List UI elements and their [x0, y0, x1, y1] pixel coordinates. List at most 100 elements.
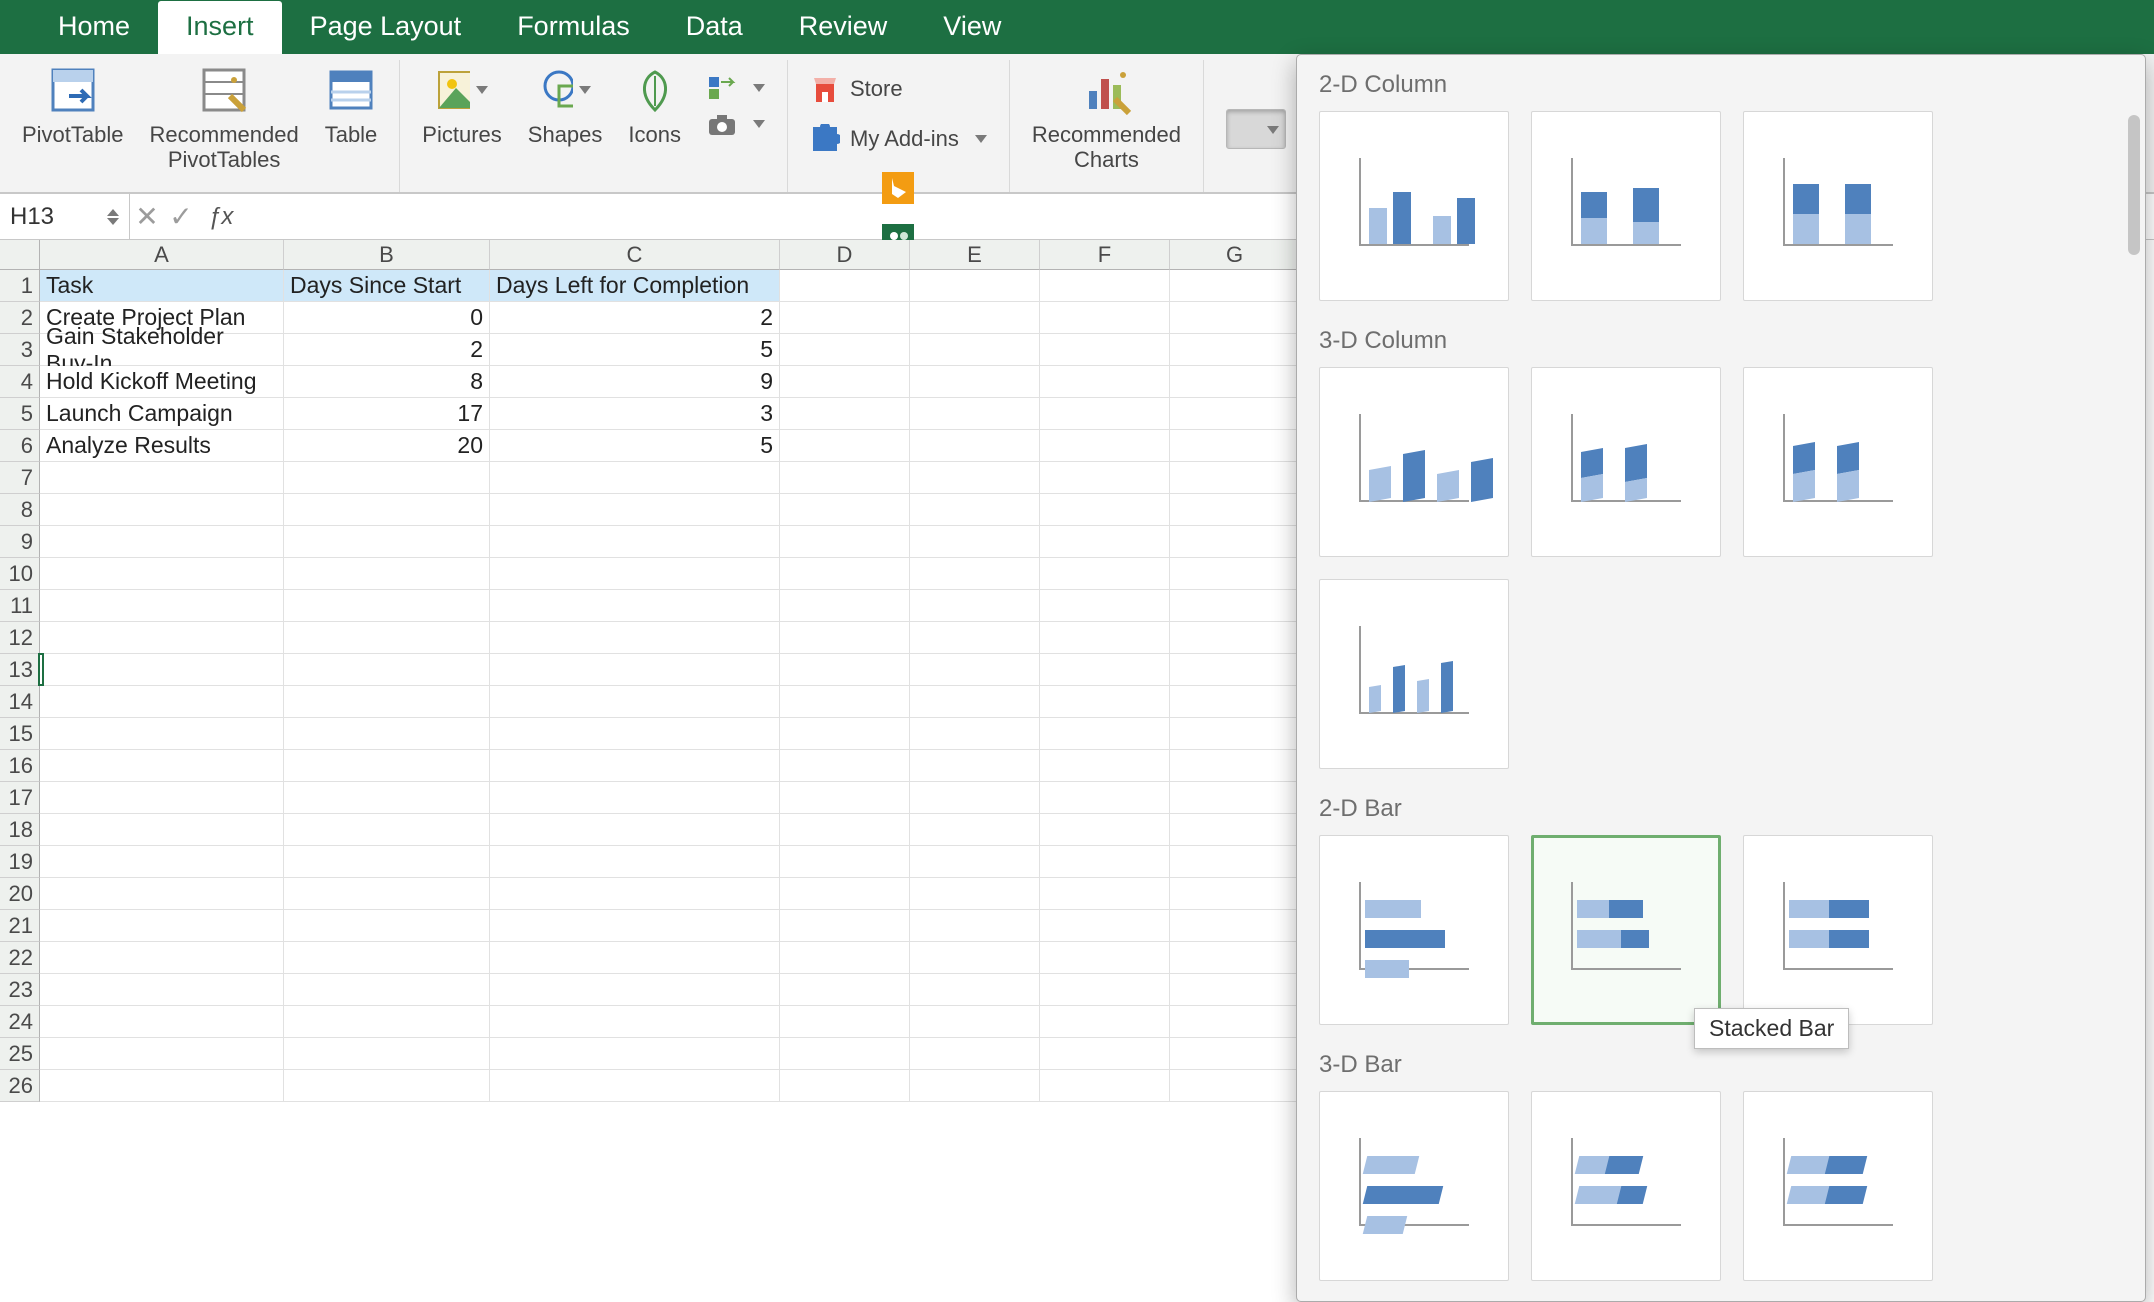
row-header-5[interactable]: 5: [0, 398, 40, 430]
cell-B21[interactable]: [284, 910, 490, 942]
cell-B22[interactable]: [284, 942, 490, 974]
column-header-E[interactable]: E: [910, 240, 1040, 270]
cell-D7[interactable]: [780, 462, 910, 494]
chart-option-100-stacked-bar[interactable]: [1743, 835, 1933, 1025]
cell-B16[interactable]: [284, 750, 490, 782]
cell-A21[interactable]: [40, 910, 284, 942]
cell-F13[interactable]: [1040, 654, 1170, 686]
cell-G25[interactable]: [1170, 1038, 1300, 1070]
cell-E6[interactable]: [910, 430, 1040, 462]
cell-F11[interactable]: [1040, 590, 1170, 622]
cell-C9[interactable]: [490, 526, 780, 558]
cell-F12[interactable]: [1040, 622, 1170, 654]
cell-F6[interactable]: [1040, 430, 1170, 462]
bing-maps-button[interactable]: [882, 172, 914, 204]
cell-A1[interactable]: Task: [40, 270, 284, 302]
row-header-1[interactable]: 1: [0, 270, 40, 302]
store-button[interactable]: Store: [810, 74, 903, 104]
cell-E11[interactable]: [910, 590, 1040, 622]
cell-A6[interactable]: Analyze Results: [40, 430, 284, 462]
cell-D4[interactable]: [780, 366, 910, 398]
cell-G11[interactable]: [1170, 590, 1300, 622]
tab-data[interactable]: Data: [658, 1, 771, 54]
cell-A3[interactable]: Gain Stakeholder Buy-In: [40, 334, 284, 366]
cell-F15[interactable]: [1040, 718, 1170, 750]
row-header-13[interactable]: 13: [0, 654, 40, 686]
table-button[interactable]: Table: [325, 64, 378, 147]
cell-G7[interactable]: [1170, 462, 1300, 494]
formula-cancel-button[interactable]: ✕: [130, 200, 164, 233]
cell-D15[interactable]: [780, 718, 910, 750]
row-header-20[interactable]: 20: [0, 878, 40, 910]
row-header-17[interactable]: 17: [0, 782, 40, 814]
cell-E8[interactable]: [910, 494, 1040, 526]
tab-formulas[interactable]: Formulas: [489, 1, 658, 54]
cell-D10[interactable]: [780, 558, 910, 590]
cells-area[interactable]: TaskDays Since StartDays Left for Comple…: [40, 270, 1300, 1102]
cell-A4[interactable]: Hold Kickoff Meeting: [40, 366, 284, 398]
chart-option-stacked-bar[interactable]: Stacked Bar: [1531, 835, 1721, 1025]
cell-A22[interactable]: [40, 942, 284, 974]
cell-F4[interactable]: [1040, 366, 1170, 398]
column-header-C[interactable]: C: [490, 240, 780, 270]
fx-icon[interactable]: ƒx: [208, 203, 233, 231]
cell-G21[interactable]: [1170, 910, 1300, 942]
tab-view[interactable]: View: [915, 1, 1029, 54]
my-addins-button[interactable]: My Add-ins: [810, 124, 987, 154]
cell-G20[interactable]: [1170, 878, 1300, 910]
cell-E16[interactable]: [910, 750, 1040, 782]
chart-option-3d-100-stacked-column[interactable]: [1743, 367, 1933, 557]
stepper-down-icon[interactable]: [107, 218, 119, 225]
cell-F10[interactable]: [1040, 558, 1170, 590]
cell-D6[interactable]: [780, 430, 910, 462]
cell-E12[interactable]: [910, 622, 1040, 654]
cell-A11[interactable]: [40, 590, 284, 622]
cell-D26[interactable]: [780, 1070, 910, 1102]
row-header-11[interactable]: 11: [0, 590, 40, 622]
cell-E7[interactable]: [910, 462, 1040, 494]
row-header-23[interactable]: 23: [0, 974, 40, 1006]
cell-C24[interactable]: [490, 1006, 780, 1038]
stepper-up-icon[interactable]: [107, 209, 119, 216]
cell-E22[interactable]: [910, 942, 1040, 974]
cell-B15[interactable]: [284, 718, 490, 750]
row-header-14[interactable]: 14: [0, 686, 40, 718]
row-header-15[interactable]: 15: [0, 718, 40, 750]
tab-home[interactable]: Home: [30, 1, 158, 54]
cell-A24[interactable]: [40, 1006, 284, 1038]
cell-B19[interactable]: [284, 846, 490, 878]
cell-G12[interactable]: [1170, 622, 1300, 654]
recommended-charts-button[interactable]: Recommended Charts: [1032, 64, 1181, 172]
cell-C16[interactable]: [490, 750, 780, 782]
cell-C23[interactable]: [490, 974, 780, 1006]
cell-D2[interactable]: [780, 302, 910, 334]
pivottable-button[interactable]: PivotTable: [22, 64, 124, 147]
cell-A19[interactable]: [40, 846, 284, 878]
shapes-button[interactable]: Shapes: [528, 64, 603, 147]
cell-C18[interactable]: [490, 814, 780, 846]
cell-A5[interactable]: Launch Campaign: [40, 398, 284, 430]
row-header-24[interactable]: 24: [0, 1006, 40, 1038]
column-header-B[interactable]: B: [284, 240, 490, 270]
cell-G23[interactable]: [1170, 974, 1300, 1006]
cell-C22[interactable]: [490, 942, 780, 974]
cell-F2[interactable]: [1040, 302, 1170, 334]
cell-B7[interactable]: [284, 462, 490, 494]
cell-D16[interactable]: [780, 750, 910, 782]
cell-E17[interactable]: [910, 782, 1040, 814]
row-header-19[interactable]: 19: [0, 846, 40, 878]
cell-C10[interactable]: [490, 558, 780, 590]
cell-G3[interactable]: [1170, 334, 1300, 366]
cell-E18[interactable]: [910, 814, 1040, 846]
row-header-16[interactable]: 16: [0, 750, 40, 782]
row-header-4[interactable]: 4: [0, 366, 40, 398]
cell-A23[interactable]: [40, 974, 284, 1006]
chart-option-3d-stacked-column[interactable]: [1531, 367, 1721, 557]
cell-C26[interactable]: [490, 1070, 780, 1102]
cell-A8[interactable]: [40, 494, 284, 526]
cell-D19[interactable]: [780, 846, 910, 878]
cell-E4[interactable]: [910, 366, 1040, 398]
row-header-3[interactable]: 3: [0, 334, 40, 366]
row-header-9[interactable]: 9: [0, 526, 40, 558]
formula-enter-button[interactable]: ✓: [164, 200, 198, 233]
